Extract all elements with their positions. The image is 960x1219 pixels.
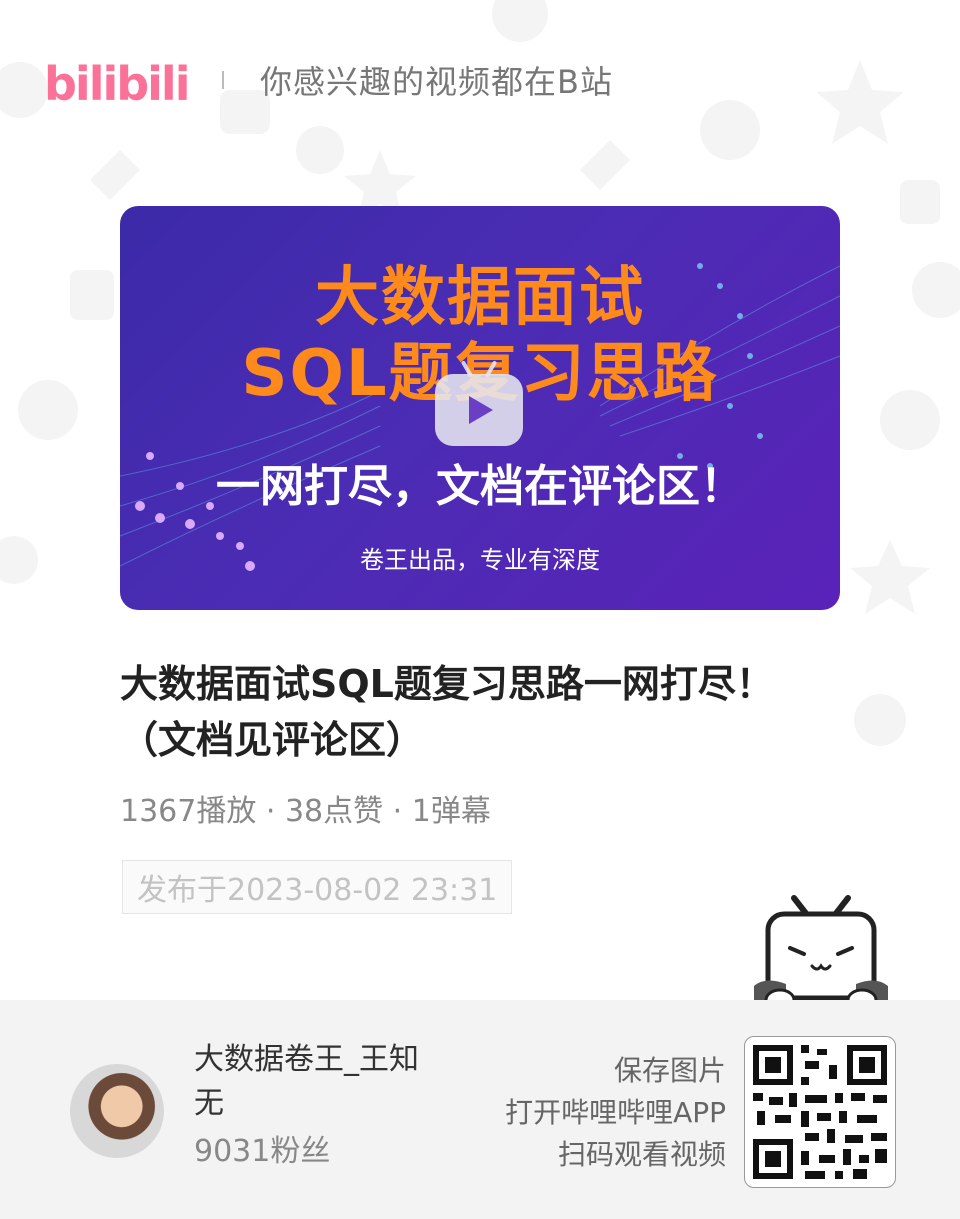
bilibili-logo[interactable]: bilibili <box>44 44 192 116</box>
author-avatar[interactable] <box>70 1064 164 1158</box>
video-cover[interactable]: 大数据面试 SQL题复习思路 一网打尽，文档在评论区！ 卷王出品，专业有深度 <box>120 206 840 610</box>
header: bilibili 你感兴趣的视频都在B站 <box>44 44 613 116</box>
qr-code[interactable] <box>744 1036 896 1188</box>
play-icon <box>469 396 493 424</box>
scan-line-open-app: 打开哔哩哔哩APP <box>505 1096 726 1129</box>
publish-date: 发布于2023-08-02 23:31 <box>122 860 513 914</box>
header-divider <box>222 71 224 89</box>
cover-subtitle: 一网打尽，文档在评论区！ <box>216 461 744 512</box>
slogan: 你感兴趣的视频都在B站 <box>260 63 613 101</box>
author-name[interactable]: 大数据卷王_王知无 <box>194 1038 444 1126</box>
scan-instructions: 保存图片 打开哔哩哔哩APP 扫码观看视频 <box>505 1050 726 1176</box>
tv-mascot-icon <box>754 895 888 1012</box>
play-button[interactable] <box>435 374 523 446</box>
cover-tagline: 卷王出品，专业有深度 <box>360 546 600 574</box>
share-footer: 大数据卷王_王知无 9031粉丝 保存图片 打开哔哩哔哩APP 扫码观看视频 <box>0 1000 960 1219</box>
video-title[interactable]: 大数据面试SQL题复习思路一网打尽！（文档见评论区） <box>120 656 840 768</box>
video-stats: 1367播放 · 38点赞 · 1弹幕 <box>120 794 491 829</box>
svg-text:bilibili: bilibili <box>44 57 188 111</box>
scan-line-watch: 扫码观看视频 <box>557 1138 726 1171</box>
scan-line-save: 保存图片 <box>613 1054 726 1087</box>
author-fans: 9031粉丝 <box>194 1134 331 1169</box>
